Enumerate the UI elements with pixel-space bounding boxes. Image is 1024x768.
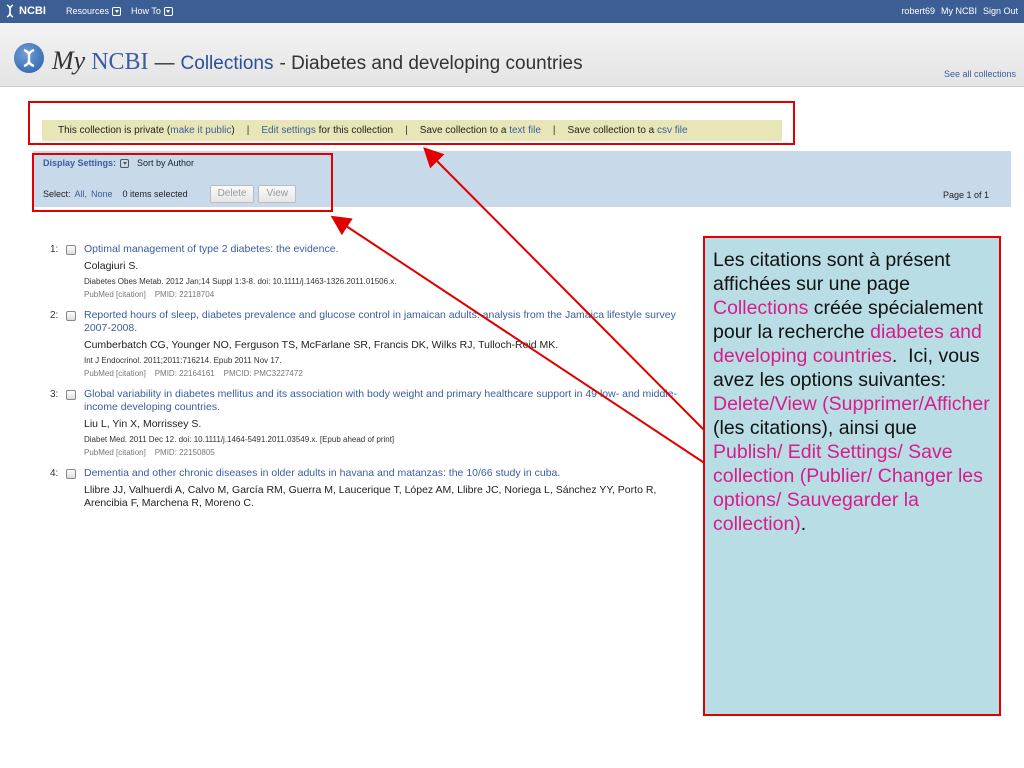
my-ncbi-link[interactable]: My NCBI xyxy=(941,6,977,16)
user-area: robert69 My NCBI Sign Out xyxy=(901,6,1018,16)
callout-text-4: (les citations), ainsi que xyxy=(713,417,917,439)
list-item: 3: Global variability in diabetes mellit… xyxy=(40,388,690,457)
ncbi-helix-icon xyxy=(6,4,14,18)
item-source: Diabet Med. 2011 Dec 12. doi: 10.1111/j.… xyxy=(84,435,395,444)
item-checkbox[interactable] xyxy=(66,469,76,479)
nav-how-to[interactable]: How To xyxy=(131,6,173,16)
save-text-prefix: Save collection to a xyxy=(419,125,510,136)
page-title: My NCBI — Collections - Diabetes and dev… xyxy=(52,46,583,76)
ncbi-logo[interactable]: NCBI xyxy=(4,4,46,18)
item-source: Int J Endocrinol. 2011;2011:716214. Epub… xyxy=(84,356,282,365)
edit-settings-link[interactable]: Edit settings xyxy=(261,125,315,136)
callout-publish: Publish/ Edit Settings/ Save collection … xyxy=(713,441,983,535)
item-meta: PubMed [citation] PMID: 22150805 xyxy=(84,448,215,457)
save-csv-prefix: Save collection to a xyxy=(567,125,658,136)
title-dash: — xyxy=(154,52,175,74)
toolbar-separator: | xyxy=(405,125,408,136)
make-public-link[interactable]: make it public xyxy=(170,125,231,136)
username-link[interactable]: robert69 xyxy=(901,6,935,16)
item-checkbox[interactable] xyxy=(66,245,76,255)
item-number: 4: xyxy=(50,468,59,479)
item-meta: PubMed [citation] PMID: 22118704 xyxy=(84,290,215,299)
list-item: 1: Optimal management of type 2 diabetes… xyxy=(40,243,690,299)
top-nav: Resources How To xyxy=(66,6,173,16)
nav-resources[interactable]: Resources xyxy=(66,6,122,16)
nav-resources-label: Resources xyxy=(66,6,110,16)
explanation-callout: Les citations sont à présent affichées s… xyxy=(703,236,1001,716)
chevron-down-icon xyxy=(163,6,173,16)
see-all-collections-link[interactable]: See all collections xyxy=(944,69,1016,79)
csv-file-link[interactable]: csv file xyxy=(657,125,688,136)
chevron-down-icon xyxy=(112,6,122,16)
item-title-link[interactable]: Reported hours of sleep, diabetes preval… xyxy=(84,309,690,335)
nav-how-to-label: How To xyxy=(131,6,161,16)
item-authors: Cumberbatch CG, Younger NO, Ferguson TS,… xyxy=(84,339,559,351)
callout-collections: Collections xyxy=(713,297,809,319)
list-item: 4: Dementia and other chronic diseases i… xyxy=(40,467,690,510)
title-ncbi: NCBI xyxy=(91,49,149,75)
private-text: This collection is private ( xyxy=(58,125,171,136)
item-title-link[interactable]: Dementia and other chronic diseases in o… xyxy=(84,467,690,480)
item-title-link[interactable]: Optimal management of type 2 diabetes: t… xyxy=(84,243,690,256)
page-header: My NCBI — Collections - Diabetes and dev… xyxy=(0,23,1024,87)
page-indicator: Page 1 of 1 xyxy=(942,190,989,200)
list-item: 2: Reported hours of sleep, diabetes pre… xyxy=(40,309,690,378)
item-checkbox[interactable] xyxy=(66,390,76,400)
item-source: Diabetes Obes Metab. 2012 Jan;14 Suppl 1… xyxy=(84,277,397,286)
screenshot-cutoff xyxy=(0,590,700,630)
item-number: 3: xyxy=(50,389,59,400)
callout-text-5: . xyxy=(800,513,807,535)
item-number: 1: xyxy=(50,244,59,255)
item-checkbox[interactable] xyxy=(66,311,76,321)
collection-name: - Diabetes and developing countries xyxy=(279,53,583,74)
callout-delete-view: Delete/View (Supprimer/Afficher xyxy=(713,393,990,415)
results-list: 1: Optimal management of type 2 diabetes… xyxy=(40,243,690,520)
edit-settings-suffix: for this collection xyxy=(315,125,394,136)
item-authors: Liu L, Yin X, Morrissey S. xyxy=(84,418,202,430)
collection-toolbar: This collection is private ( make it pub… xyxy=(42,120,782,141)
highlight-box-display xyxy=(32,153,333,212)
item-meta: PubMed [citation] PMID: 22164161 PMCID: … xyxy=(84,369,303,378)
sign-out-link[interactable]: Sign Out xyxy=(983,6,1018,16)
top-nav-bar: NCBI Resources How To robert69 My NCBI S… xyxy=(0,0,1024,23)
private-close: ) xyxy=(231,125,235,136)
item-number: 2: xyxy=(50,310,59,321)
item-authors: Colagiuri S. xyxy=(84,260,139,272)
text-file-link[interactable]: text file xyxy=(509,125,541,136)
item-title-link[interactable]: Global variability in diabetes mellitus … xyxy=(84,388,690,414)
toolbar-separator: | xyxy=(552,125,556,136)
ncbi-logo-text: NCBI xyxy=(19,5,46,17)
title-my: My xyxy=(52,46,86,75)
my-ncbi-logo-icon xyxy=(14,43,44,73)
collections-link[interactable]: Collections xyxy=(181,53,274,75)
toolbar-separator: | xyxy=(246,125,250,136)
item-authors: Llibre JJ, Valhuerdi A, Calvo M, García … xyxy=(84,484,657,509)
callout-text-1: Les citations sont à présent affichées s… xyxy=(713,249,951,295)
